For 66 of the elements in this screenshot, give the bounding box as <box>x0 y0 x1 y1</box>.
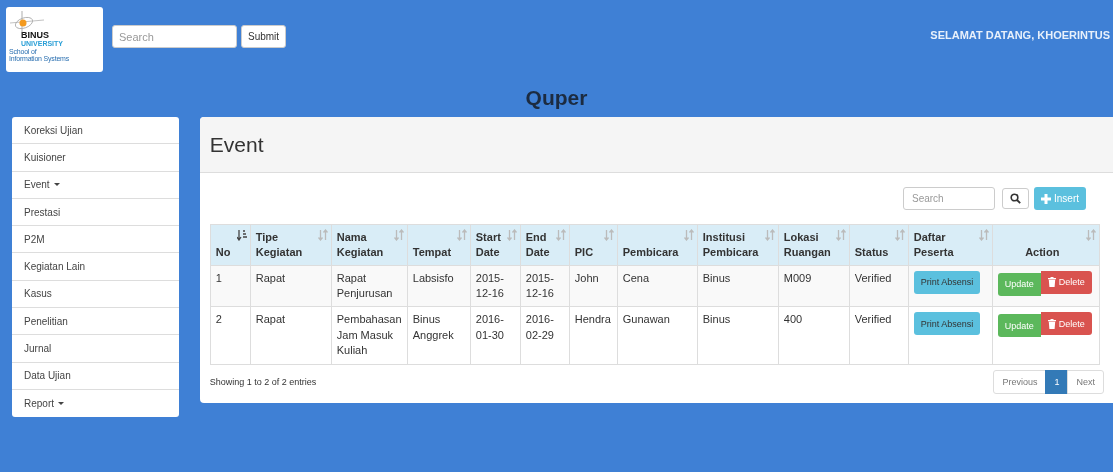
column-header[interactable]: Institusi Pembicara <box>697 224 779 266</box>
trash-icon <box>1047 318 1056 329</box>
table-cell: 400 <box>778 306 850 365</box>
column-header[interactable]: Daftar Peserta <box>908 224 993 266</box>
column-header[interactable]: Status <box>849 224 909 266</box>
logo-name: BINUS <box>20 30 50 41</box>
table-cell: Gunawan <box>617 306 698 365</box>
table-cell: 1 <box>210 265 251 307</box>
print-button[interactable]: Print Absensi <box>913 270 981 294</box>
table-cell: Rapat <box>250 265 332 307</box>
table-cell: M009 <box>778 265 850 307</box>
sidebar-item[interactable]: Jurnal <box>12 335 179 363</box>
table-cell: Pembahasan Jam Masuk Kuliah <box>331 306 408 365</box>
column-header[interactable]: Tipe Kegiatan <box>250 224 332 266</box>
next-button[interactable]: Next <box>1067 369 1104 394</box>
plus-icon <box>1041 193 1051 204</box>
page-button[interactable]: 1 <box>1045 369 1069 394</box>
sidebar-item[interactable]: Kegiatan Lain <box>12 253 179 281</box>
table-cell: Binus <box>697 265 779 307</box>
column-header[interactable]: Action <box>992 224 1100 266</box>
panel-title: Event <box>209 132 264 157</box>
sidebar-item[interactable]: Prestasi <box>12 198 179 227</box>
sidebar-item[interactable]: Penelitian <box>12 308 179 336</box>
search-field[interactable]: Search <box>112 25 237 48</box>
table-search-field[interactable]: Search <box>903 187 995 210</box>
column-header[interactable]: Pembicara <box>617 224 698 266</box>
table-cell: Verified <box>849 306 909 365</box>
table-cell: 2016-01-30 <box>470 306 521 365</box>
table-cell: John <box>569 265 618 307</box>
delete-button[interactable]: Delete <box>1040 270 1092 294</box>
trash-icon <box>1047 277 1056 288</box>
sidebar-item[interactable]: Kuisioner <box>12 144 179 172</box>
table-cell: Rapat Penjurusan <box>331 265 408 307</box>
table-cell: 2 <box>210 306 251 365</box>
table-cell: 2015-12-16 <box>470 265 521 307</box>
table-cell: Rapat <box>250 306 332 365</box>
print-button[interactable]: Print Absensi <box>913 312 981 336</box>
entries-info: Showing 1 to 2 of 2 entries <box>209 376 317 387</box>
table-cell: Hendra <box>569 306 618 365</box>
table-cell: 2016-02-29 <box>520 306 570 365</box>
previous-button[interactable]: Previous <box>993 369 1047 394</box>
column-header[interactable]: PIC <box>569 224 618 266</box>
column-header[interactable]: End Date <box>520 224 570 266</box>
column-header[interactable]: No <box>210 224 251 266</box>
table-cell: Cena <box>617 265 698 307</box>
column-header[interactable]: Lokasi Ruangan <box>778 224 850 266</box>
table-cell: 2015-12-16 <box>520 265 570 307</box>
app-title: Quper <box>525 85 588 111</box>
sidebar-item[interactable]: P2M <box>12 226 179 254</box>
sidebar-item[interactable]: Data Ujian <box>12 362 179 390</box>
column-header[interactable]: Tempat <box>407 224 471 266</box>
search-icon <box>1010 193 1021 204</box>
sidebar-item[interactable]: Event <box>12 171 179 199</box>
table-cell: Binus <box>697 306 779 365</box>
submit-button[interactable]: Submit <box>241 25 287 48</box>
search-button[interactable] <box>1002 188 1029 209</box>
delete-button[interactable]: Delete <box>1040 312 1092 336</box>
column-header[interactable]: Start Date <box>470 224 521 266</box>
sidebar-item[interactable]: Kasus <box>12 280 179 309</box>
column-header[interactable]: Nama Kegiatan <box>331 224 408 266</box>
sidebar-item[interactable]: Koreksi Ujian <box>12 117 179 145</box>
table-cell: Verified <box>849 265 909 307</box>
table-cell: Labsisfo <box>407 265 471 307</box>
greeting-text: SELAMAT DATANG, KHOERINTUS <box>930 29 1110 41</box>
sidebar-item[interactable]: Report <box>12 389 179 418</box>
table-cell: Binus Anggrek <box>407 306 471 365</box>
